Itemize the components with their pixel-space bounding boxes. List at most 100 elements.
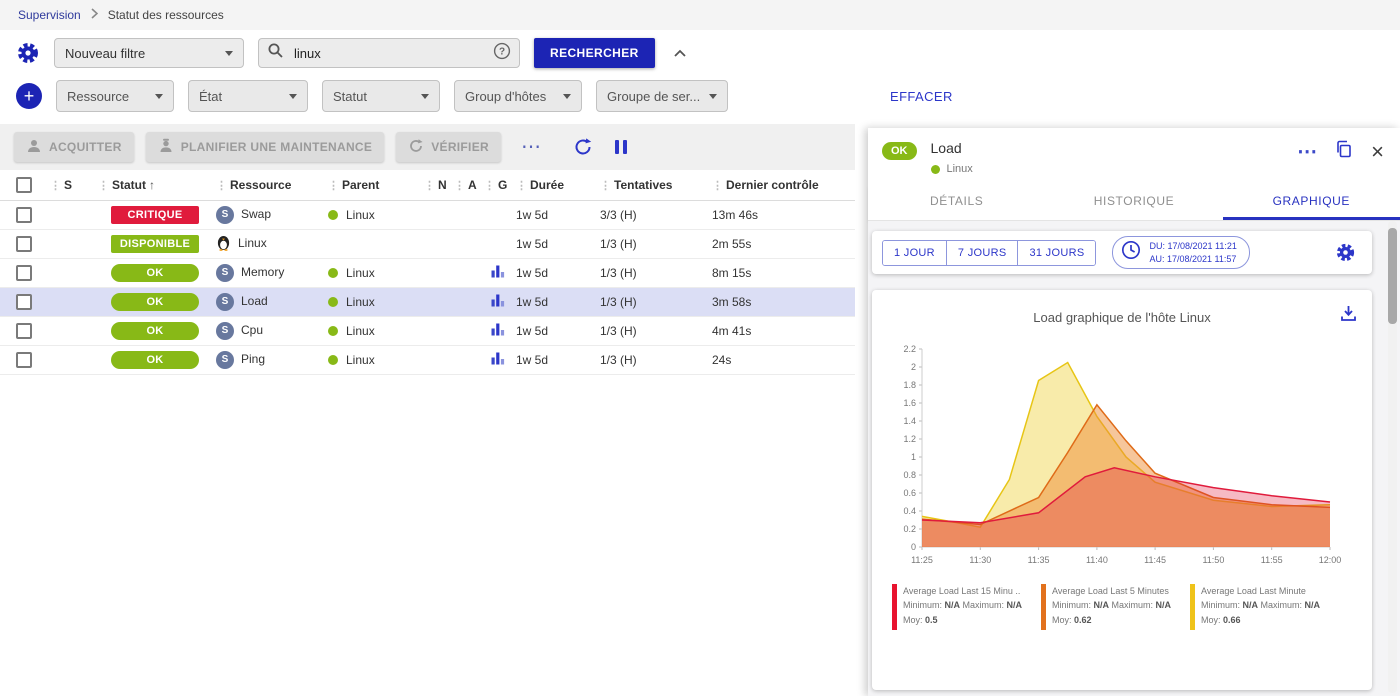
pause-icon[interactable] <box>613 138 629 156</box>
table-row-load[interactable]: OKSLoadLinux1w 5d1/3 (H)3m 58s <box>0 287 855 316</box>
drag-handle-icon[interactable]: ⋮ <box>712 180 723 192</box>
export-graph-icon[interactable] <box>1339 304 1358 328</box>
graph-icon[interactable] <box>491 264 505 281</box>
filter-settings-gear-icon[interactable] <box>16 41 40 65</box>
table-row-swap[interactable]: CRITIQUESSwapLinux1w 5d3/3 (H)13m 46s <box>0 200 855 229</box>
column-header-s[interactable]: ⋮S <box>48 170 96 200</box>
column-header-g[interactable]: ⋮G <box>482 170 514 200</box>
drag-handle-icon[interactable]: ⋮ <box>50 180 61 192</box>
drag-handle-icon[interactable]: ⋮ <box>98 180 109 192</box>
clear-filters-button[interactable]: EFFACER <box>890 89 953 104</box>
copy-link-icon[interactable] <box>1335 140 1353 163</box>
column-header-parent[interactable]: ⋮Parent <box>326 170 422 200</box>
add-criteria-button[interactable]: + <box>16 83 42 109</box>
resource-cell[interactable]: SLoad <box>214 287 326 316</box>
resource-cell[interactable]: SCpu <box>214 316 326 345</box>
resource-name: Linux <box>238 236 267 250</box>
row-checkbox[interactable] <box>16 323 32 339</box>
drag-handle-icon[interactable]: ⋮ <box>516 180 527 192</box>
more-actions-icon[interactable]: ⋯ <box>521 137 541 157</box>
help-icon[interactable]: ? <box>493 42 511 65</box>
panel-scrollbar[interactable] <box>1388 221 1397 693</box>
legend-item[interactable]: Average Load Last 15 Minu ..Minimum: N/A… <box>892 584 1041 630</box>
search-button[interactable]: RECHERCHER <box>534 38 655 68</box>
resource-name: Load <box>241 294 268 308</box>
graph-icon[interactable] <box>491 351 505 368</box>
drag-handle-icon[interactable]: ⋮ <box>484 180 495 192</box>
criteria-select-5[interactable]: Groupe de ser... <box>596 80 728 112</box>
row-checkbox[interactable] <box>16 352 32 368</box>
svg-text:1.6: 1.6 <box>903 398 916 408</box>
search-input[interactable] <box>292 45 485 62</box>
svg-text:0.4: 0.4 <box>903 506 916 516</box>
period-button-31-jours[interactable]: 31 JOURS <box>1018 241 1095 265</box>
panel-more-icon[interactable]: ⋯ <box>1297 146 1317 158</box>
close-icon[interactable]: × <box>1371 143 1384 161</box>
parent-cell[interactable]: Linux <box>326 258 422 287</box>
date-range-picker[interactable]: DU: 17/08/2021 11:21 AU: 17/08/2021 11:5… <box>1112 236 1249 269</box>
acknowledge-button[interactable]: ACQUITTER <box>14 132 134 162</box>
collapse-filters-chevron-up-icon[interactable] <box>673 48 687 59</box>
resource-cell[interactable]: SPing <box>214 345 326 374</box>
table-row-cpu[interactable]: OKSCpuLinux1w 5d1/3 (H)4m 41s <box>0 316 855 345</box>
graph-icon[interactable] <box>491 293 505 310</box>
breadcrumb-supervision[interactable]: Supervision <box>18 8 81 22</box>
column-header-tentatives[interactable]: ⋮Tentatives <box>598 170 710 200</box>
column-header-n[interactable]: ⋮N <box>422 170 452 200</box>
criteria-select-2[interactable]: État <box>188 80 308 112</box>
resource-cell[interactable]: SMemory <box>214 258 326 287</box>
legend-item[interactable]: Average Load Last MinuteMinimum: N/A Max… <box>1190 584 1339 630</box>
table-row-memory[interactable]: OKSMemoryLinux1w 5d1/3 (H)8m 15s <box>0 258 855 287</box>
drag-handle-icon[interactable]: ⋮ <box>216 180 227 192</box>
resource-cell[interactable]: Linux <box>214 229 326 258</box>
maintenance-icon <box>158 138 174 157</box>
downtime-button[interactable]: PLANIFIER UNE MAINTENANCE <box>146 132 385 162</box>
column-header-a[interactable]: ⋮A <box>452 170 482 200</box>
legend-item[interactable]: Average Load Last 5 MinutesMinimum: N/A … <box>1041 584 1190 630</box>
table-row-linux[interactable]: DISPONIBLELinux1w 5d1/3 (H)2m 55s <box>0 229 855 258</box>
row-checkbox[interactable] <box>16 265 32 281</box>
table-row-ping[interactable]: OKSPingLinux1w 5d1/3 (H)24s <box>0 345 855 374</box>
parent-cell[interactable]: Linux <box>326 345 422 374</box>
person-icon <box>26 138 42 157</box>
select-all-checkbox[interactable] <box>16 177 32 193</box>
tab-d-tails[interactable]: DÉTAILS <box>868 183 1045 220</box>
drag-handle-icon[interactable]: ⋮ <box>424 180 435 192</box>
criteria-select-3[interactable]: Statut <box>322 80 440 112</box>
parent-cell[interactable]: Linux <box>326 200 422 229</box>
column-header-ressource[interactable]: ⋮Ressource <box>214 170 326 200</box>
criteria-select-4[interactable]: Group d'hôtes <box>454 80 582 112</box>
tab-graphique[interactable]: GRAPHIQUE <box>1223 183 1400 220</box>
period-button-1-jour[interactable]: 1 JOUR <box>883 241 947 265</box>
criteria-select-1[interactable]: Ressource <box>56 80 174 112</box>
row-checkbox[interactable] <box>16 236 32 252</box>
column-header-dur-e[interactable]: ⋮Durée <box>514 170 598 200</box>
resource-cell[interactable]: SSwap <box>214 200 326 229</box>
column-header-statut[interactable]: ⋮Statut↑ <box>96 170 214 200</box>
service-icon: S <box>216 351 234 369</box>
drag-handle-icon[interactable]: ⋮ <box>328 180 339 192</box>
row-checkbox[interactable] <box>16 207 32 223</box>
status-badge: DISPONIBLE <box>111 235 199 253</box>
refresh-icon[interactable] <box>573 137 593 157</box>
graph-settings-gear-icon[interactable] <box>1335 242 1356 263</box>
column-header-dernier-contr-le[interactable]: ⋮Dernier contrôle <box>710 170 855 200</box>
saved-filter-select[interactable]: Nouveau filtre <box>54 38 244 68</box>
parent-cell[interactable]: Linux <box>326 316 422 345</box>
graph-icon[interactable] <box>491 322 505 339</box>
duration-cell: 1w 5d <box>514 200 598 229</box>
tab-historique[interactable]: HISTORIQUE <box>1045 183 1222 220</box>
parent-cell[interactable] <box>326 229 422 258</box>
drag-handle-icon[interactable]: ⋮ <box>600 180 611 192</box>
duration-cell: 1w 5d <box>514 229 598 258</box>
check-button[interactable]: VÉRIFIER <box>396 132 501 162</box>
period-button-7-jours[interactable]: 7 JOURS <box>947 241 1019 265</box>
legend-color-bar <box>1041 584 1046 630</box>
parent-cell[interactable]: Linux <box>326 287 422 316</box>
status-badge: OK <box>111 264 199 282</box>
panel-scrollbar-thumb[interactable] <box>1388 228 1397 324</box>
drag-handle-icon[interactable]: ⋮ <box>454 180 465 192</box>
chevron-down-icon <box>155 94 163 99</box>
row-checkbox[interactable] <box>16 294 32 310</box>
parent-name: Linux <box>346 353 375 367</box>
